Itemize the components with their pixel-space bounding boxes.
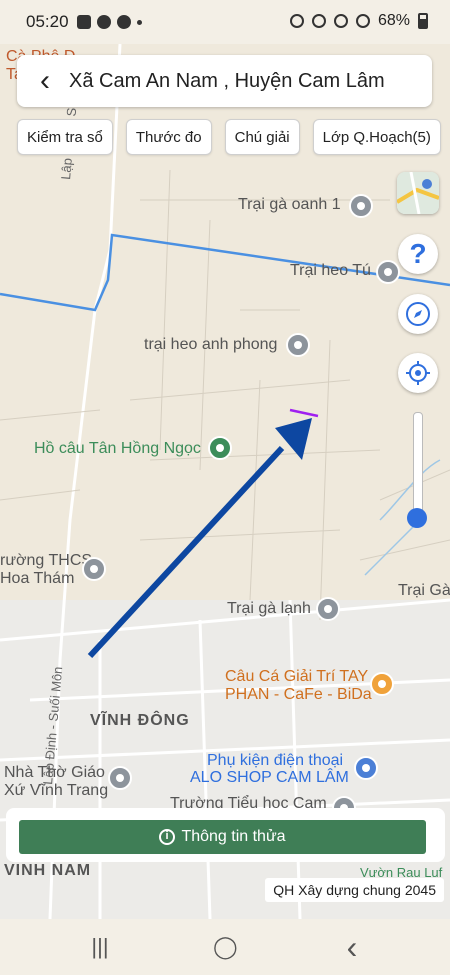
poi-label-cau-ca-2: PHAN - CaFe - BiDa xyxy=(225,686,372,703)
poi-label-xu-vinh-trang: Xứ Vĩnh Trang xyxy=(4,782,109,799)
help-icon: ? xyxy=(409,238,427,269)
wifi-icon xyxy=(333,14,348,28)
poi-label-trai-heo-tu: Trại heo Tú xyxy=(290,262,371,279)
chip-measure[interactable]: Thước đo xyxy=(125,119,212,155)
poi-label-nha-tho: Nhà Thờ Giáo xyxy=(4,764,105,781)
map-layers-icon xyxy=(397,172,439,214)
poi-label-thcs: rường THCS xyxy=(0,552,93,569)
poi-label-trai-ga-oanh: Trại gà oanh 1 xyxy=(238,196,341,213)
parcel-info-label: Thông tin thửa xyxy=(181,828,286,845)
back-icon[interactable]: ‹ xyxy=(23,59,67,103)
alarm-status-icon xyxy=(289,14,304,28)
area-label-vinh-nam: VINH NAM xyxy=(4,862,92,879)
poi-pin-trai-ga-oanh[interactable] xyxy=(349,194,373,218)
page-title: Xã Cam An Nam , Huyện Cam Lâm xyxy=(69,69,385,92)
info-icon xyxy=(159,829,176,845)
tool-chips: Kiểm tra sổ Thước đo Chú giải Lớp Q.Hoạc… xyxy=(17,119,441,155)
opacity-slider-handle[interactable] xyxy=(407,508,427,528)
poi-pin-trai-ga-lanh[interactable] xyxy=(316,597,340,621)
poi-pin-shop[interactable] xyxy=(354,756,378,780)
planning-layer-badge: QH Xây dựng chung 2045 xyxy=(265,878,444,902)
opacity-slider-track[interactable] xyxy=(413,412,423,520)
gallery-icon xyxy=(76,15,91,29)
status-time: 05:20 xyxy=(26,12,69,31)
poi-pin-school[interactable] xyxy=(82,557,106,581)
poi-label-trai-ga-lanh: Trại gà lạnh xyxy=(227,600,311,617)
alarm-icon xyxy=(96,15,111,29)
chip-planning-layer[interactable]: Lớp Q.Hoạch(5) xyxy=(312,119,441,155)
poi-label-trai-heo-anh-phong: trại heo anh phong xyxy=(144,336,278,353)
poi-pin-trai-heo-anh-phong[interactable] xyxy=(286,333,310,357)
poi-pin-church[interactable] xyxy=(108,766,132,790)
status-right: 68% xyxy=(289,12,428,30)
location-header: ‹ Xã Cam An Nam , Huyện Cam Lâm xyxy=(17,55,432,107)
poi-label-cau-ca: Câu Cá Giải Trí TAY xyxy=(225,668,369,685)
help-button[interactable]: ? xyxy=(398,234,438,274)
signal-icon xyxy=(355,14,370,28)
poi-label-hoa-tham: Hoa Thám xyxy=(0,570,75,587)
compass-button[interactable] xyxy=(398,294,438,334)
status-left-icons xyxy=(76,15,142,29)
poi-label-phu-kien: Phụ kiện điện thoại xyxy=(207,752,344,769)
battery-icon xyxy=(418,13,428,29)
poi-label-trai-ga-right: Trại Gà xyxy=(398,582,450,599)
poi-label-alo-shop: ALO SHOP CAM LÂM xyxy=(190,769,349,786)
map-canvas[interactable]: Cà Phê Đ Ta Lập Định - Suối Mơ Trại gà o… xyxy=(0,44,450,919)
chip-check-book[interactable]: Kiểm tra sổ xyxy=(17,119,113,155)
battery-percent: 68% xyxy=(377,12,410,29)
back-nav-icon[interactable]: ‹ xyxy=(340,931,364,963)
my-location-button[interactable] xyxy=(398,353,438,393)
chip-legend[interactable]: Chú giải xyxy=(224,119,300,155)
bottom-panel: Thông tin thửa xyxy=(6,808,445,862)
map-type-thumbnail[interactable] xyxy=(397,172,439,214)
notification-dot-icon xyxy=(136,19,142,25)
mute-icon xyxy=(311,14,326,28)
recent-apps-icon[interactable]: ||| xyxy=(88,935,112,959)
poi-pin-ho-cau[interactable] xyxy=(208,436,232,460)
poi-label-ho-cau: Hồ câu Tân Hồng Ngọc xyxy=(34,440,201,457)
compass-icon xyxy=(406,302,430,326)
poi-pin-trai-heo-tu[interactable] xyxy=(376,260,400,284)
android-nav-bar: ||| ◯ ‹ xyxy=(0,919,450,975)
messenger-icon xyxy=(116,15,131,29)
area-label-vinh-dong: VĨNH ĐÔNG xyxy=(90,712,190,729)
home-icon[interactable]: ◯ xyxy=(213,935,238,959)
poi-pin-cafe[interactable] xyxy=(370,672,394,696)
parcel-info-button[interactable]: Thông tin thửa xyxy=(19,820,426,854)
crosshair-icon xyxy=(406,361,430,385)
status-bar: 05:20 68% xyxy=(0,0,450,44)
